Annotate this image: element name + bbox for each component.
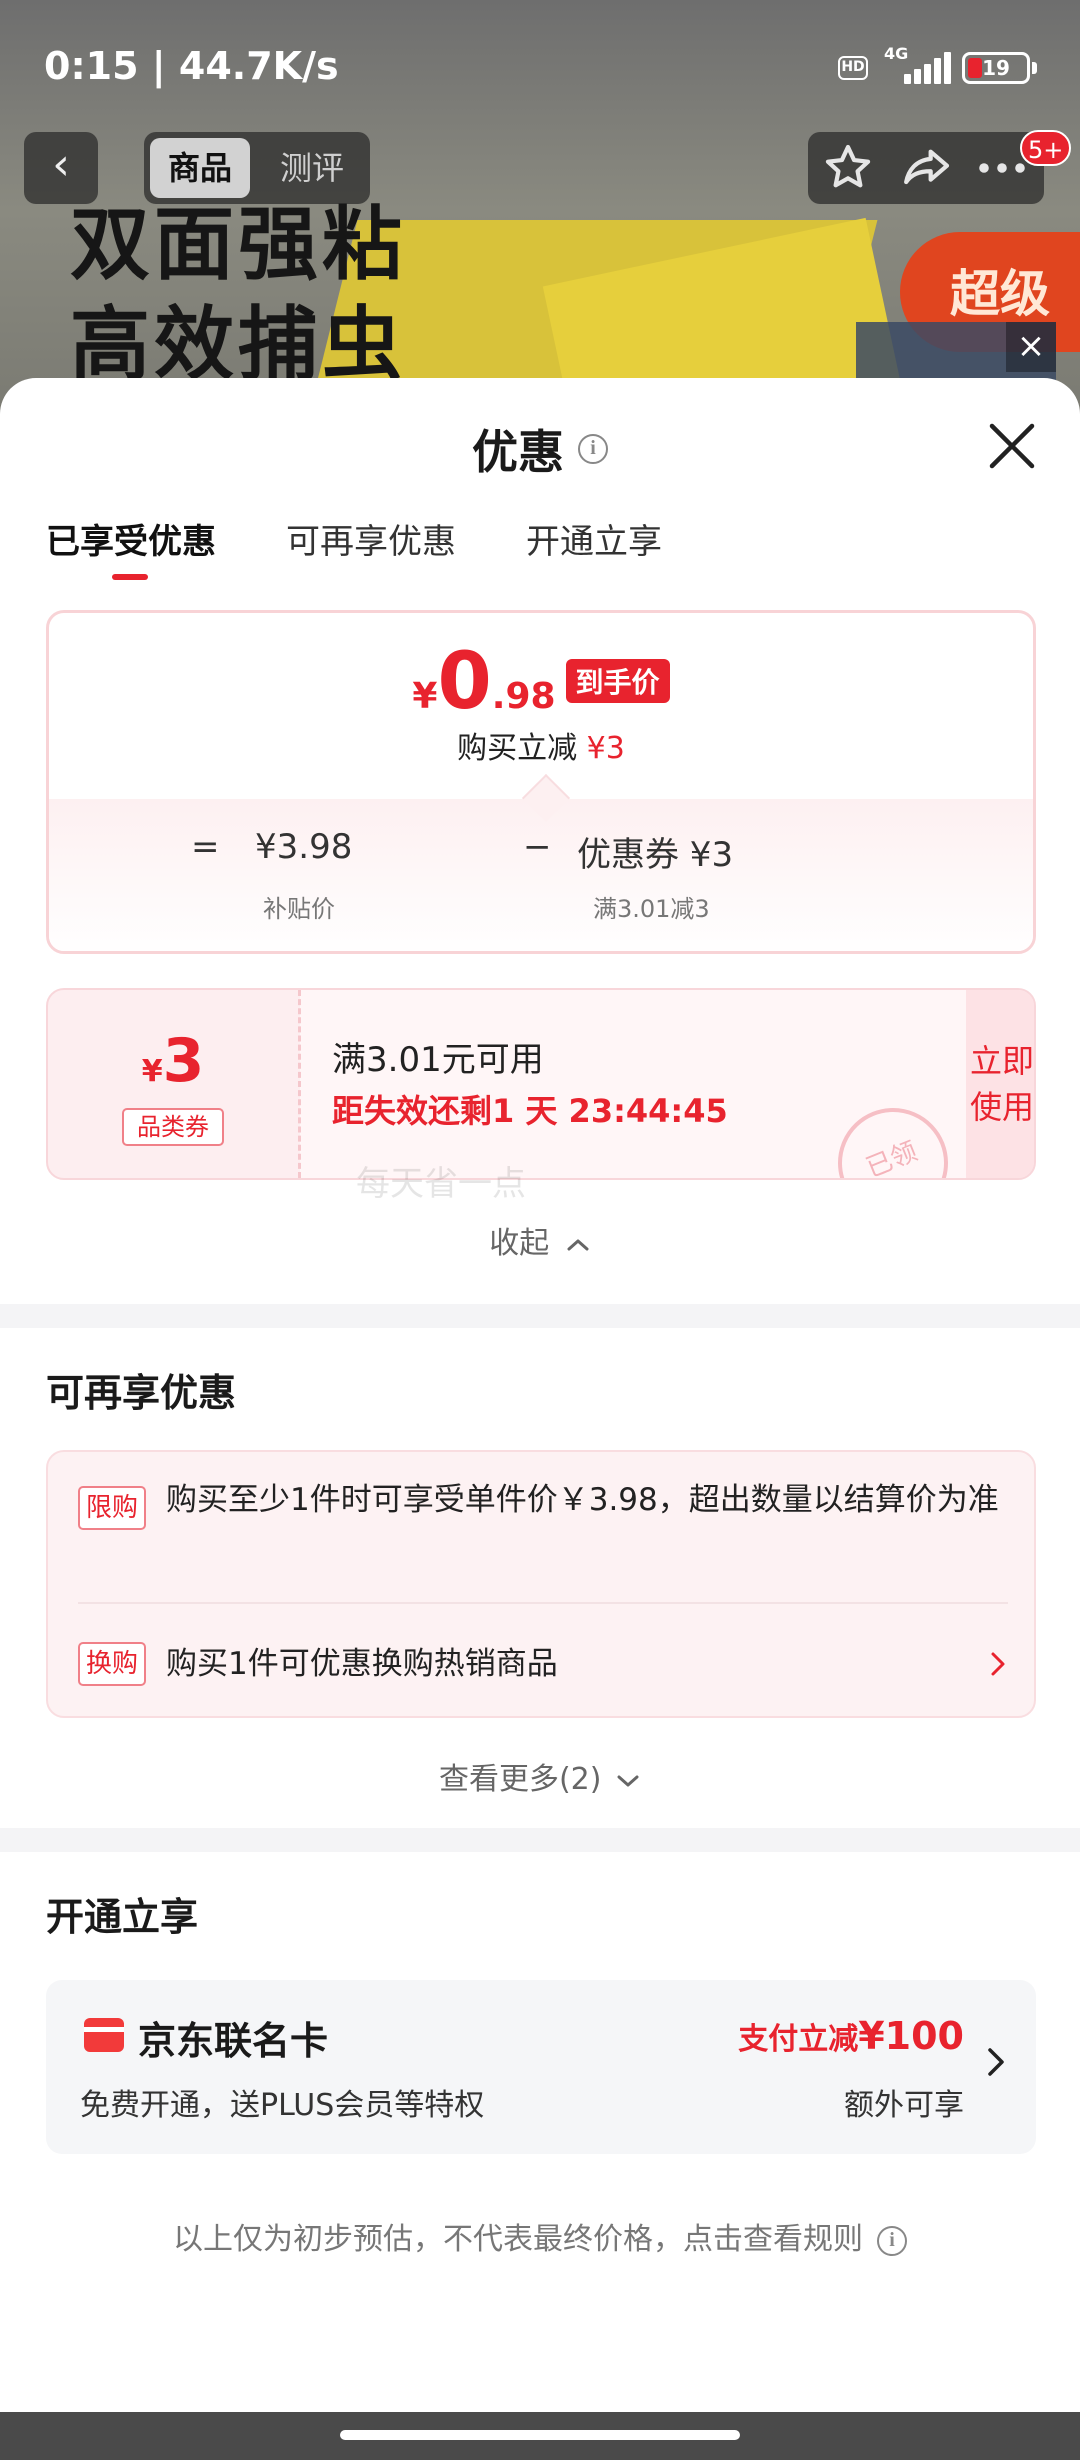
card-offer-extra: 额外可享 — [844, 2088, 964, 2123]
use-coupon-line2: 使用 — [969, 1088, 1034, 1126]
close-icon — [989, 423, 1035, 469]
card-offer: 支付立减¥100 — [738, 2014, 964, 2058]
card-offer-label: 支付立减 — [738, 2022, 859, 2057]
credit-card-icon — [84, 2018, 124, 2052]
tab-product[interactable]: 商品 — [150, 138, 250, 198]
chevron-down-icon — [617, 1775, 639, 1786]
back-button[interactable]: ‹ — [24, 132, 98, 204]
signal-icon — [892, 52, 951, 84]
see-more-button[interactable]: 查看更多(2) — [0, 1754, 1080, 1798]
exchange-offer-text[interactable]: 购买1件可优惠换购热销商品 — [166, 1640, 1006, 1688]
more-offers-box: 限购 购买至少1件时可享受单件价￥3.98，超出数量以结算价为准 换购 购买1件… — [46, 1450, 1036, 1718]
use-coupon-line1: 立即 — [969, 1042, 1034, 1080]
tab-enjoyed[interactable]: 已享受优惠 — [46, 514, 216, 563]
home-indicator[interactable] — [340, 2430, 740, 2440]
sheet-header: 优惠 i — [0, 416, 1080, 482]
message-badge: 5+ — [1020, 130, 1072, 166]
tab-more-offers[interactable]: 可再享优惠 — [286, 514, 456, 563]
status-time: 0:15 | 44.7K/s — [44, 44, 339, 88]
gesture-bar — [0, 2412, 1080, 2460]
calc-base-caption: 补贴价 — [263, 895, 335, 923]
card-name: 京东联名卡 — [138, 2019, 329, 2063]
product-headline-line1: 双面强粘 — [70, 198, 406, 291]
disclaimer-text: 以上仅为初步预估，不代表最终价格，点击查看规则 — [173, 2222, 863, 2257]
calc-minus: − — [523, 827, 552, 867]
product-headline: 双面强粘 高效捕虫 — [70, 195, 406, 395]
coupon-currency: ¥ — [141, 1054, 163, 1089]
tab-open-now[interactable]: 开通立享 — [526, 514, 662, 563]
battery-icon: 19 — [962, 52, 1030, 84]
coupon-amount: ¥3 — [48, 1026, 298, 1096]
final-price-decimal: .98 — [491, 676, 556, 717]
watermark: 每天省一点 — [356, 1164, 526, 1204]
calc-equals: = — [191, 827, 220, 867]
disclaimer[interactable]: 以上仅为初步预估，不代表最终价格，点击查看规则 i — [0, 2214, 1080, 2258]
discount-sheet: 优惠 i 已享受优惠 可再享优惠 开通立享 ¥0.98 到手价 购买立减 ¥3 = … — [0, 378, 1080, 2412]
active-tab-indicator — [112, 574, 148, 580]
calc-base-price: ¥3.98 — [255, 827, 353, 867]
limit-offer-text: 购买至少1件时可享受单件价￥3.98，超出数量以结算价为准 — [166, 1482, 999, 1518]
tab-review[interactable]: 测评 — [262, 138, 362, 198]
final-price-currency: ¥ — [412, 676, 438, 717]
coupon-condition: 满3.01元可用 — [332, 1040, 544, 1080]
coupon-type-badge: 品类券 — [122, 1108, 224, 1146]
chevron-up-icon — [567, 1239, 589, 1250]
section-divider — [0, 1304, 1080, 1328]
instant-discount-value: ¥3 — [586, 731, 625, 766]
calc-coupon-caption: 满3.01减3 — [593, 895, 710, 923]
section-divider-2 — [0, 1828, 1080, 1852]
limit-tag: 限购 — [78, 1486, 146, 1530]
battery-tip — [1032, 62, 1037, 74]
final-price: ¥0.98 到手价 — [49, 637, 1033, 727]
nav-actions — [808, 132, 1044, 204]
price-breakdown-card: ¥0.98 到手价 购买立减 ¥3 = ¥3.98 − 优惠券 ¥3 补贴价 满3… — [46, 610, 1036, 954]
promo-badge-label: 超级 — [950, 265, 1050, 323]
card-description: 免费开通，送PLUS会员等特权 — [80, 2088, 485, 2123]
final-price-integer: 0 — [437, 637, 492, 727]
coupon-amount-value: 3 — [162, 1026, 205, 1096]
rules-info-icon[interactable]: i — [877, 2225, 907, 2256]
battery-level: 19 — [982, 56, 1010, 80]
share-icon[interactable] — [896, 140, 956, 196]
instant-discount: 购买立减 ¥3 — [49, 723, 1033, 767]
network-speed: 44.7K/s — [178, 44, 339, 88]
coupon-card[interactable]: ¥3 品类券 满3.01元可用 距失效还剩1 天 23:44:45 已领 立即 … — [46, 988, 1036, 1180]
offer-separator — [78, 1602, 1008, 1604]
card-offer-value: ¥100 — [858, 2014, 964, 2058]
more-offers-title: 可再享优惠 — [46, 1371, 237, 1415]
mini-video-close-icon[interactable]: × — [1006, 322, 1056, 372]
status-bar: 0:15 | 44.7K/s HD 4G 19 — [0, 0, 1080, 130]
info-icon[interactable]: i — [578, 434, 608, 464]
sheet-title: 优惠 — [472, 425, 564, 479]
calc-coupon: 优惠券 ¥3 — [577, 835, 734, 875]
chevron-right-icon[interactable] — [988, 1648, 1008, 1688]
collapse-button[interactable]: 收起 — [0, 1218, 1080, 1262]
coupon-value-area: ¥3 品类券 — [48, 990, 298, 1178]
use-coupon-button[interactable]: 立即 使用 — [966, 990, 1034, 1178]
clock: 0:15 — [44, 44, 139, 88]
coupon-expiry: 距失效还剩1 天 23:44:45 — [332, 1092, 728, 1130]
instant-discount-label: 购买立减 — [457, 731, 578, 766]
open-now-title: 开通立享 — [46, 1895, 199, 1939]
coupon-divider — [298, 990, 301, 1178]
hd-icon: HD — [838, 56, 868, 80]
product-nav-tabs: 商品 测评 — [144, 132, 370, 204]
collapse-label: 收起 — [489, 1226, 550, 1261]
final-price-tag: 到手价 — [565, 659, 670, 703]
favorite-star-icon[interactable] — [818, 140, 878, 196]
exchange-tag: 换购 — [78, 1642, 146, 1686]
price-calc-area — [49, 799, 1033, 951]
co-brand-card-offer[interactable]: 京东联名卡 免费开通，送PLUS会员等特权 支付立减¥100 额外可享 — [46, 1980, 1036, 2154]
see-more-label: 查看更多(2) — [438, 1762, 602, 1797]
chevron-right-icon[interactable] — [982, 2042, 1010, 2082]
close-button[interactable] — [984, 418, 1040, 474]
